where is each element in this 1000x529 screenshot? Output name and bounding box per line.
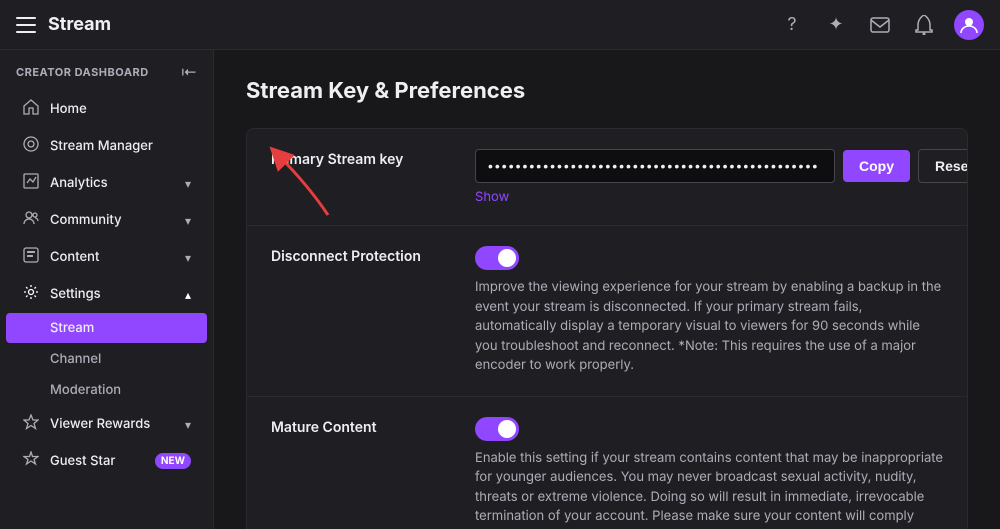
stream-key-row: Primary Stream key Copy Reset Show [247, 129, 967, 226]
page-title: Stream Key & Preferences [246, 78, 968, 104]
guest-star-icon [22, 451, 40, 471]
mail-icon[interactable] [866, 11, 894, 39]
mature-toggle-thumb [498, 420, 516, 438]
sidebar-item-stream-manager[interactable]: Stream Manager [6, 128, 207, 164]
sidebar-header: CREATOR DASHBOARD ⇤ [0, 50, 213, 90]
magic-icon[interactable]: ✦ [822, 11, 850, 39]
sidebar-item-viewer-rewards[interactable]: Viewer Rewards ▾ [6, 406, 207, 442]
sidebar-item-home-label: Home [50, 101, 87, 117]
sidebar-collapse-icon[interactable]: ⇤ [181, 62, 197, 82]
sidebar-item-viewer-rewards-label: Viewer Rewards [50, 416, 150, 432]
reset-button[interactable]: Reset [918, 149, 968, 183]
toggle-track [475, 246, 519, 270]
disconnect-protection-description: Improve the viewing experience for your … [475, 278, 943, 376]
mature-content-row: Mature Content Enable this setting if yo… [247, 397, 967, 529]
sidebar-item-content-label: Content [50, 249, 99, 265]
hamburger-menu-icon[interactable] [16, 17, 36, 33]
stream-key-input-row: Copy Reset [475, 149, 968, 183]
topbar-title: Stream [48, 14, 111, 35]
stream-key-content: Copy Reset Show [475, 149, 968, 205]
viewer-rewards-chevron: ▾ [185, 417, 191, 432]
topbar-left: Stream [16, 14, 111, 35]
analytics-icon [22, 173, 40, 193]
notifications-icon[interactable] [910, 11, 938, 39]
disconnect-protection-label: Disconnect Protection [271, 246, 451, 265]
settings-card: Primary Stream key Copy Reset Show Disco… [246, 128, 968, 529]
analytics-chevron: ▾ [185, 176, 191, 191]
sidebar-item-home[interactable]: Home [6, 91, 207, 127]
sidebar-item-community[interactable]: Community ▾ [6, 202, 207, 238]
show-link[interactable]: Show [475, 189, 509, 205]
community-icon [22, 210, 40, 230]
sidebar-item-stream-manager-label: Stream Manager [50, 138, 153, 154]
sidebar-item-guest-star[interactable]: Guest Star NEW [6, 443, 207, 479]
sidebar-sub-item-channel[interactable]: Channel [6, 344, 207, 374]
mature-content-label: Mature Content [271, 417, 451, 436]
copy-button[interactable]: Copy [843, 150, 910, 182]
sidebar-item-guest-star-label: Guest Star [50, 453, 115, 469]
content-chevron: ▾ [185, 250, 191, 265]
sidebar: CREATOR DASHBOARD ⇤ Home Stream Manager [0, 0, 214, 529]
viewer-rewards-icon [22, 414, 40, 434]
sidebar-item-content[interactable]: Content ▾ [6, 239, 207, 275]
sidebar-item-analytics-label: Analytics [50, 175, 108, 191]
sidebar-header-label: CREATOR DASHBOARD [16, 65, 149, 79]
disconnect-protection-row: Disconnect Protection Improve the viewin… [247, 226, 967, 397]
sidebar-sub-item-moderation-label: Moderation [50, 382, 121, 398]
sidebar-item-settings[interactable]: Settings ▴ [6, 276, 207, 312]
main-content: Stream Key & Preferences Primary Stream … [214, 50, 1000, 529]
avatar[interactable] [954, 10, 984, 40]
sidebar-item-settings-label: Settings [50, 286, 101, 302]
stream-manager-icon [22, 136, 40, 156]
stream-key-input[interactable] [475, 149, 835, 183]
mature-content-description: Enable this setting if your stream conta… [475, 449, 943, 529]
sidebar-sub-item-channel-label: Channel [50, 351, 101, 367]
stream-key-label: Primary Stream key [271, 149, 451, 168]
community-chevron: ▾ [185, 213, 191, 228]
settings-icon [22, 284, 40, 304]
mature-content-description-start: Enable this setting if your stream conta… [475, 450, 943, 529]
content-icon [22, 247, 40, 267]
sidebar-sub-item-moderation[interactable]: Moderation [6, 375, 207, 405]
mature-content-content: Enable this setting if your stream conta… [475, 417, 943, 529]
new-badge: NEW [155, 453, 191, 469]
mature-content-toggle[interactable] [475, 417, 943, 441]
sidebar-sub-item-stream-label: Stream [50, 320, 94, 336]
disconnect-protection-content: Improve the viewing experience for your … [475, 246, 943, 376]
sidebar-item-community-label: Community [50, 212, 122, 228]
topbar: Stream ? ✦ [0, 0, 1000, 50]
topbar-icons: ? ✦ [778, 10, 984, 40]
help-icon[interactable]: ? [778, 11, 806, 39]
main: Stream Key & Preferences Primary Stream … [214, 0, 1000, 529]
home-icon [22, 99, 40, 119]
sidebar-sub-item-stream[interactable]: Stream [6, 313, 207, 343]
sidebar-item-analytics[interactable]: Analytics ▾ [6, 165, 207, 201]
disconnect-protection-toggle[interactable] [475, 246, 943, 270]
mature-toggle-track [475, 417, 519, 441]
settings-chevron: ▴ [185, 287, 191, 302]
toggle-thumb [498, 249, 516, 267]
